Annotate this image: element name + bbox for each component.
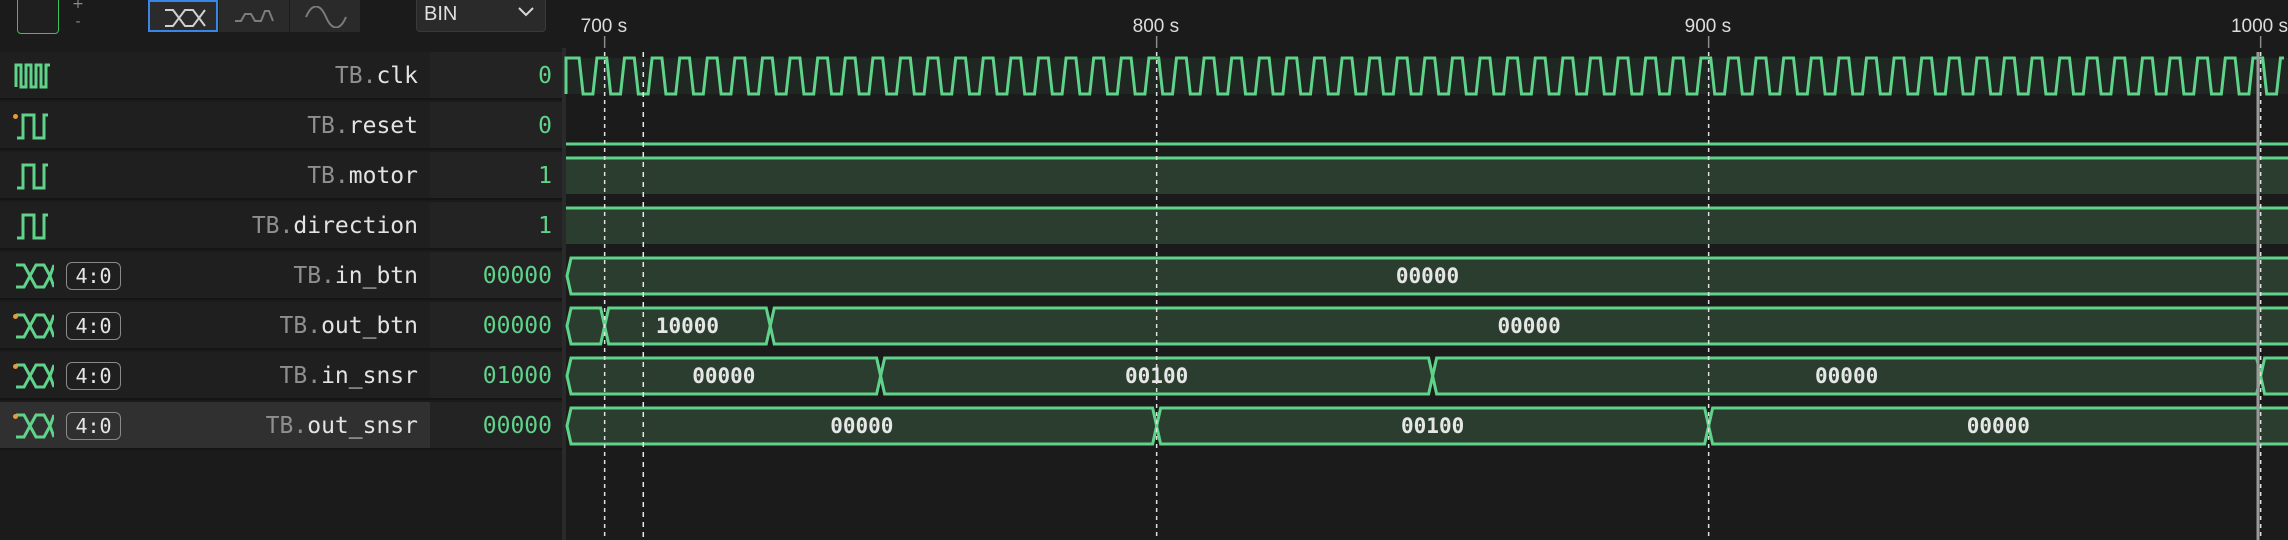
bus-segment-label: 10000 [656,314,719,338]
waveform-direction[interactable] [566,206,2288,244]
bus-segment-label: 00100 [1401,414,1464,438]
waveform-in_snsr[interactable]: 00000 00100 00000 [565,356,2288,396]
waveform-motor[interactable] [566,156,2288,194]
bus-segment-label: 00000 [830,414,893,438]
bus-segment[interactable] [565,306,607,346]
bus-segment-label: 00000 [692,364,755,388]
bus-segment-label: 00000 [1815,364,1878,388]
bus-segment-label: 00000 [1967,414,2030,438]
waveform-clk[interactable] [564,56,2288,96]
waveform-canvas[interactable]: 0000010000 0000000000 00100 0000000000 00100… [0,0,2288,540]
high-level-fill [566,158,2288,194]
high-level-fill [566,208,2288,244]
bus-segment-label: 00000 [1498,314,1561,338]
bus-segment-label: 00000 [1396,264,1459,288]
bus-segment[interactable] [2259,356,2288,396]
waveform-out_snsr[interactable]: 00000 00100 00000 [565,406,2288,446]
waveform-in_btn[interactable]: 00000 [565,256,2288,296]
waveform-out_btn[interactable]: 10000 00000 [565,306,2288,346]
